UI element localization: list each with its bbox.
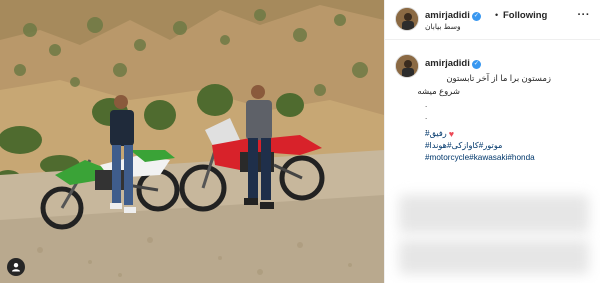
post-header: amirjadidi ✓ • Following وسط بیابان ··· [385, 0, 600, 40]
hashtag-line-1: #رفیق ♥ [425, 128, 535, 140]
caption-dot-1: . [425, 100, 428, 109]
following-button[interactable]: Following [503, 10, 547, 21]
caption-line-1: زمستون برا ما از آخر تابستون [446, 73, 551, 83]
caption-avatar-image [396, 55, 418, 77]
blurred-comment-2 [399, 240, 589, 274]
caption-line-2: شروع میشه [417, 86, 460, 96]
location-link[interactable]: وسط بیابان [425, 22, 461, 31]
avatar-image [396, 8, 418, 30]
post-side-panel: amirjadidi ✓ • Following وسط بیابان ··· a… [384, 0, 600, 283]
header-separator: • [495, 10, 499, 20]
heart-emoji-icon: ♥ [448, 129, 455, 139]
hashtag-persian[interactable]: موتور#کاوازکی#هوندا# [425, 140, 502, 152]
post-photo[interactable] [0, 0, 384, 283]
header-username[interactable]: amirjadidi ✓ [425, 10, 481, 21]
blurred-comment-1 [399, 195, 589, 233]
caption-dot-2: . [425, 112, 428, 121]
caption-username[interactable]: amirjadidi ✓ [425, 58, 481, 69]
hashtag-line-3: #motorcycle#kawasaki#honda [425, 152, 535, 164]
more-options-icon[interactable]: ··· [578, 9, 591, 21]
caption-verified-badge-icon: ✓ [471, 60, 481, 69]
caption-username-text[interactable]: amirjadidi [425, 58, 470, 69]
verified-badge-icon: ✓ [471, 12, 481, 21]
caption-section: amirjadidi ✓ زمستون برا ما از آخر تابستون… [385, 40, 600, 282]
header-username-text[interactable]: amirjadidi [425, 10, 470, 21]
user-tag-button[interactable] [7, 258, 25, 276]
hashtags: #رفیق ♥ موتور#کاوازکی#هوندا# #motorcycle… [425, 128, 535, 164]
hashtag-english[interactable]: #motorcycle#kawasaki#honda [425, 152, 535, 164]
avatar[interactable] [395, 7, 419, 31]
hashtag-rafiq[interactable]: #رفیق [425, 128, 447, 140]
user-tag-icon [12, 263, 20, 272]
hashtag-line-2: موتور#کاوازکی#هوندا# [425, 140, 535, 152]
motorcycle-photo [0, 0, 384, 283]
caption-avatar[interactable] [395, 54, 419, 78]
